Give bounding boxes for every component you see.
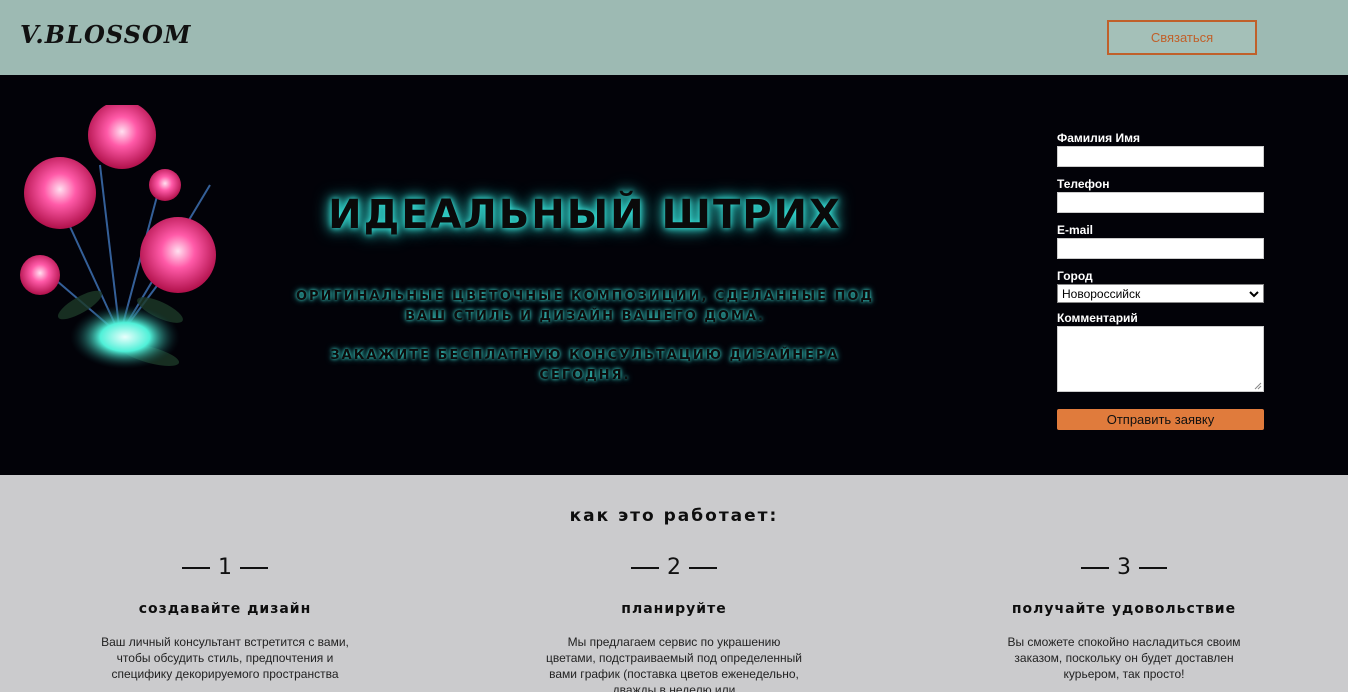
email-label: E-mail <box>1057 223 1094 237</box>
submit-button[interactable]: Отправить заявку <box>1057 409 1264 430</box>
email-input[interactable] <box>1057 238 1264 259</box>
city-select-value: Новороссийск <box>1062 286 1141 301</box>
site-header: V.BLOSSOM Связаться <box>0 0 1348 75</box>
step-number: 2 <box>524 553 824 583</box>
step-number-value: 3 <box>1117 555 1131 580</box>
name-label: Фамилия Имя <box>1057 131 1141 145</box>
chevron-down-icon <box>1249 290 1259 297</box>
phone-field-group: Телефон <box>1057 176 1265 213</box>
flower-image <box>20 105 216 369</box>
comment-field-group: Комментарий <box>1057 310 1265 392</box>
logo[interactable]: V.BLOSSOM <box>20 20 191 49</box>
request-form: Фамилия Имя Телефон E-mail Город Новорос… <box>1057 130 1265 430</box>
step-title: создавайте дизайн <box>138 601 312 617</box>
dash-divider <box>1081 567 1109 569</box>
step-card-2: 2 планируйте Мы предлагаем сервис по укр… <box>524 553 824 692</box>
phone-label: Телефон <box>1057 177 1110 191</box>
step-title: планируйте <box>621 601 727 617</box>
name-field-group: Фамилия Имя <box>1057 130 1265 167</box>
city-label: Город <box>1057 269 1093 283</box>
step-number-value: 2 <box>667 555 681 580</box>
step-card-3: 3 получайте удовольствие Вы сможете спок… <box>974 553 1274 682</box>
name-input[interactable] <box>1057 146 1264 167</box>
how-it-works-title: как это работает: <box>569 506 779 526</box>
phone-input[interactable] <box>1057 192 1264 213</box>
step-description: Ваш личный консультант встретится с вами… <box>101 635 349 681</box>
comment-textarea[interactable] <box>1057 326 1264 392</box>
step-card-1: 1 создавайте дизайн Ваш личный консульта… <box>75 553 375 682</box>
step-number-value: 1 <box>218 555 232 580</box>
comment-label: Комментарий <box>1057 311 1138 325</box>
resize-handle-icon[interactable] <box>1254 382 1262 390</box>
dash-divider <box>182 567 210 569</box>
email-field-group: E-mail <box>1057 222 1265 259</box>
step-title: получайте удовольствие <box>1011 601 1237 617</box>
hero-section: ИДЕАЛЬНЫЙ ШТРИХ оригинальные цветочные к… <box>0 75 1348 475</box>
contact-button[interactable]: Связаться <box>1107 20 1257 55</box>
city-select[interactable]: Новороссийск <box>1057 284 1264 303</box>
dash-divider <box>689 567 717 569</box>
step-description: Вы сможете спокойно насладиться своим за… <box>1007 635 1241 681</box>
hero-subtitle: оригинальные цветочные композиции, сдела… <box>295 289 874 324</box>
dash-divider <box>631 567 659 569</box>
hero-cta-text: закажите бесплатную консультацию дизайне… <box>330 348 840 383</box>
step-number: 1 <box>75 553 375 583</box>
city-field-group: Город Новороссийск <box>1057 268 1265 303</box>
step-number: 3 <box>974 553 1274 583</box>
dash-divider <box>240 567 268 569</box>
step-description: Мы предлагаем сервис по украшению цветам… <box>545 635 803 692</box>
dash-divider <box>1139 567 1167 569</box>
hero-title: ИДЕАЛЬНЫЙ ШТРИХ <box>328 192 842 238</box>
